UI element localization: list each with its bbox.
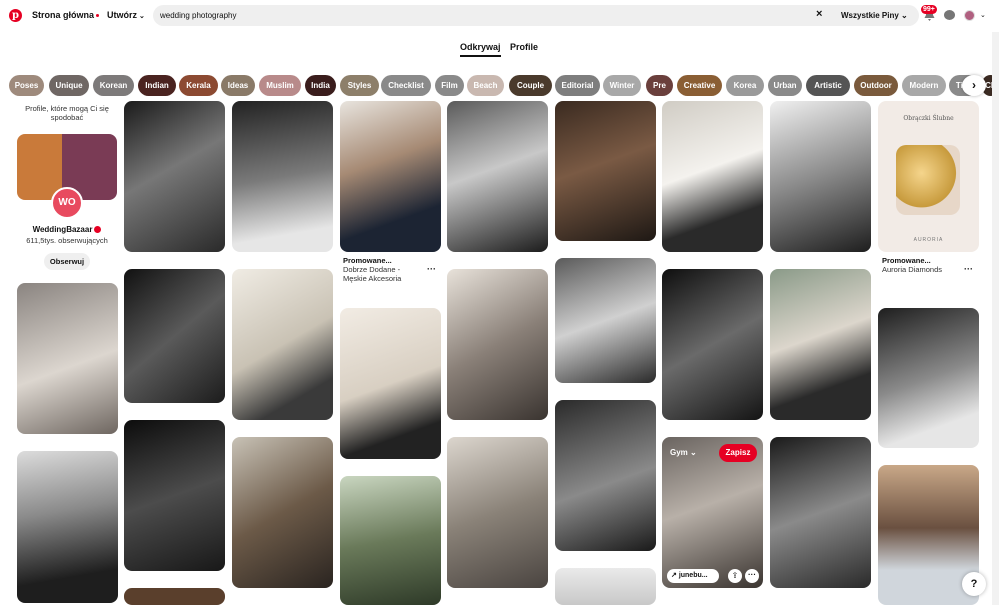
chip-editorial[interactable]: Editorial [555, 75, 600, 96]
account-chevron-icon[interactable]: ⌄ [980, 11, 986, 19]
help-button[interactable]: ? [962, 572, 986, 596]
chip-winter[interactable]: Winter [603, 75, 641, 96]
pin-image[interactable] [232, 269, 333, 420]
chip-korean[interactable]: Korean [93, 75, 134, 96]
pin-image[interactable] [232, 101, 333, 252]
avatar[interactable] [964, 10, 975, 21]
promoted-pin-meta: Promowane... Dobrze Dodane - Męskie Akces… [343, 256, 402, 283]
chip-poses[interactable]: Poses [9, 75, 44, 96]
chip-indian[interactable]: Indian [138, 75, 176, 96]
tab-profiles[interactable]: Profile [510, 42, 538, 52]
ad-headline: Obrączki Ślubne [903, 115, 954, 122]
profile-name[interactable]: WeddingBazaar [14, 225, 120, 234]
clear-search-icon[interactable]: × [816, 8, 822, 20]
chip-styles[interactable]: Styles [340, 75, 379, 96]
pin-image[interactable] [17, 451, 118, 603]
pin-image[interactable] [17, 283, 118, 434]
top-bar: p Strona główna Utwórz⌄ × Wszystkie Piny… [0, 0, 999, 32]
unread-dot-icon [96, 14, 100, 18]
chip-film[interactable]: Film [435, 75, 464, 96]
more-options-icon[interactable]: ··· [427, 264, 436, 274]
pin-image[interactable] [662, 101, 763, 252]
pin-image[interactable] [124, 101, 225, 252]
notification-badge: 99+ [921, 5, 937, 14]
pin-image[interactable] [124, 269, 225, 403]
chip-modern[interactable]: Modern [902, 75, 946, 96]
chip-couple[interactable]: Couple [509, 75, 552, 96]
verified-icon [94, 226, 102, 234]
ad-pin-image[interactable]: Obrączki Ślubne AURORIA [878, 101, 979, 252]
pin-image[interactable] [770, 101, 871, 252]
save-button[interactable]: Zapisz [719, 444, 757, 462]
guide-chips: Poses Unique Korean Indian Kerala Ideas Muslim… [0, 75, 999, 97]
pin-source-link[interactable]: ↗ junebu... [667, 569, 719, 583]
ad-brand: AURORIA [913, 237, 944, 243]
pin-image[interactable] [340, 308, 441, 459]
pin-image[interactable] [770, 437, 871, 588]
pin-image[interactable] [662, 269, 763, 420]
pin-image[interactable] [340, 476, 441, 605]
share-icon[interactable]: ⇪ [728, 569, 742, 583]
pin-image[interactable] [232, 437, 333, 588]
search-tabs: Odkrywaj Profile [0, 42, 999, 62]
more-options-icon[interactable]: ··· [745, 569, 759, 583]
pin-image[interactable] [447, 101, 548, 252]
chip-india[interactable]: India [305, 75, 336, 96]
pin-image[interactable] [555, 101, 656, 241]
chip-checklist[interactable]: Checklist [381, 75, 431, 96]
profile-suggestion-card: Profile, które mogą Ci się spodobać WO W… [14, 104, 120, 270]
more-options-icon[interactable]: ··· [964, 264, 973, 274]
promoted-pin-meta: Promowane... Auroria Diamonds [882, 256, 943, 274]
pin-image[interactable] [878, 308, 979, 448]
nav-create[interactable]: Utwórz ⌄ [107, 10, 145, 20]
chip-muslim[interactable]: Muslim [259, 75, 301, 96]
board-selector[interactable]: Gym ⌄ [670, 448, 697, 457]
chip-artistic[interactable]: Artistic [806, 75, 850, 96]
chip-ideas[interactable]: Ideas [221, 75, 255, 96]
chip-beach[interactable]: Beach [467, 75, 504, 96]
chevron-right-icon[interactable]: › [962, 75, 986, 96]
chip-kerala[interactable]: Kerala [179, 75, 218, 96]
chip-urban[interactable]: Urban [768, 75, 802, 96]
chip-unique[interactable]: Unique [49, 75, 89, 96]
pin-image[interactable] [124, 588, 225, 605]
profile-logo[interactable]: WO [51, 187, 83, 219]
profile-suggestion-header: Profile, które mogą Ci się spodobać [25, 104, 109, 122]
search-bar: × Wszystkie Piny ⌄ [153, 5, 919, 26]
chip-outdoor[interactable]: Outdoor [854, 75, 898, 96]
pin-image[interactable] [555, 568, 656, 605]
pin-image[interactable] [447, 437, 548, 588]
tab-discover[interactable]: Odkrywaj [460, 42, 501, 57]
pin-image[interactable] [555, 400, 656, 551]
nav-home[interactable]: Strona główna [32, 10, 100, 20]
search-input[interactable] [160, 5, 800, 26]
scrollbar[interactable] [992, 32, 999, 605]
promoted-source[interactable]: Auroria Diamonds [882, 265, 942, 274]
follower-count: 611,5tys. obserwujących [26, 236, 108, 245]
pin-image[interactable] [447, 269, 548, 420]
pin-image[interactable] [770, 269, 871, 420]
follow-button[interactable]: Obserwuj [44, 253, 90, 270]
pin-filter-dropdown[interactable]: Wszystkie Piny ⌄ [841, 11, 908, 20]
messages-icon[interactable] [944, 10, 955, 20]
pinterest-logo-icon[interactable]: p [9, 9, 22, 22]
pin-image[interactable] [555, 258, 656, 383]
chevron-down-icon: ⌄ [139, 13, 145, 20]
chip-pre[interactable]: Pre [646, 75, 673, 96]
chip-creative[interactable]: Creative [677, 75, 722, 96]
pin-image[interactable] [340, 101, 441, 252]
ad-rings-image [896, 145, 960, 215]
chip-korea[interactable]: Korea [726, 75, 764, 96]
promoted-source[interactable]: Dobrze Dodane - Męskie Akcesoria [343, 265, 401, 283]
pin-image[interactable] [124, 420, 225, 571]
